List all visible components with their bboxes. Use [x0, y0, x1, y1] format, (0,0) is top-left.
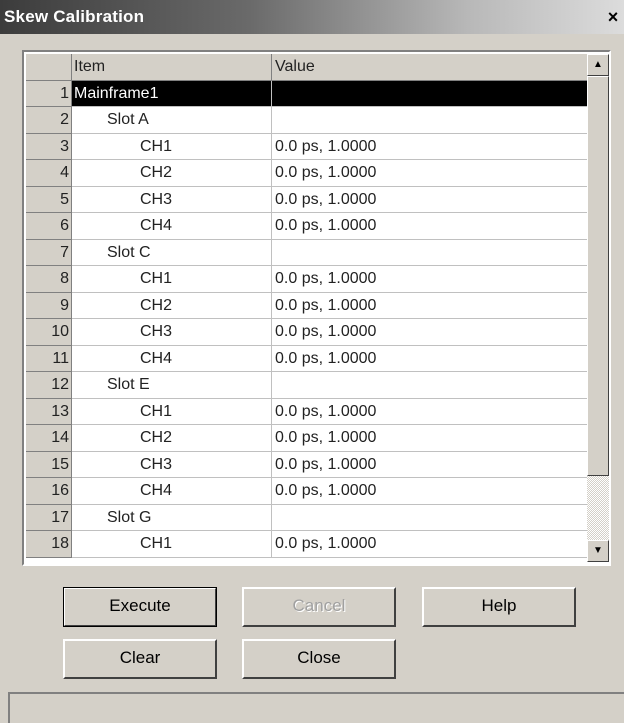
table-row[interactable]: 13 CH1 0.0 ps, 1.0000 [26, 398, 587, 425]
item-cell[interactable]: Slot C [72, 239, 272, 266]
header-corner [26, 54, 72, 81]
grid-body: Item Value 1 Mainframe1 2 Slot A 3 CH1 0.0 ps,… [26, 54, 587, 562]
table-row[interactable]: 10 CH3 0.0 ps, 1.0000 [26, 319, 587, 346]
value-cell[interactable]: 0.0 ps, 1.0000 [272, 160, 587, 187]
value-cell[interactable]: 0.0 ps, 1.0000 [272, 425, 587, 452]
row-number[interactable]: 3 [26, 133, 72, 160]
item-cell[interactable]: CH1 [72, 133, 272, 160]
row-number[interactable]: 13 [26, 398, 72, 425]
row-number[interactable]: 9 [26, 292, 72, 319]
item-cell[interactable]: Slot G [72, 504, 272, 531]
row-number[interactable]: 1 [26, 80, 72, 107]
row-number[interactable]: 2 [26, 107, 72, 134]
help-button[interactable]: Help [422, 587, 576, 627]
item-cell[interactable]: Slot E [72, 372, 272, 399]
arrow-up-icon[interactable]: ▲ [587, 54, 609, 76]
table-row[interactable]: 12 Slot E [26, 372, 587, 399]
table-row[interactable]: 4 CH2 0.0 ps, 1.0000 [26, 160, 587, 187]
row-number[interactable]: 7 [26, 239, 72, 266]
execute-button[interactable]: Execute [63, 587, 217, 627]
item-cell[interactable]: CH4 [72, 478, 272, 505]
cancel-button: Cancel [242, 587, 396, 627]
value-cell[interactable]: 0.0 ps, 1.0000 [272, 399, 587, 425]
item-cell[interactable]: CH3 [72, 319, 272, 346]
row-number[interactable]: 4 [26, 160, 72, 187]
item-cell[interactable]: CH4 [72, 213, 272, 240]
value-cell[interactable]: 0.0 ps, 1.0000 [272, 213, 587, 240]
value-cell[interactable]: 0.0 ps, 1.0000 [272, 187, 587, 213]
item-cell[interactable]: Slot A [72, 107, 272, 134]
value-cell[interactable]: 0.0 ps, 1.0000 [272, 346, 587, 372]
row-number[interactable]: 11 [26, 345, 72, 372]
row-number[interactable]: 12 [26, 372, 72, 399]
row-number[interactable]: 18 [26, 531, 72, 558]
value-cell[interactable]: 0.0 ps, 1.0000 [272, 266, 587, 293]
item-cell[interactable]: CH4 [72, 345, 272, 372]
value-cell[interactable]: 0.0 ps, 1.0000 [272, 531, 587, 558]
value-cell[interactable]: 0.0 ps, 1.0000 [272, 452, 587, 478]
table-row[interactable]: 9 CH2 0.0 ps, 1.0000 [26, 292, 587, 319]
table-row[interactable]: 17 Slot G [26, 504, 587, 531]
row-number[interactable]: 10 [26, 319, 72, 346]
item-cell[interactable]: CH2 [72, 425, 272, 452]
item-cell[interactable]: Mainframe1 [72, 80, 272, 107]
item-cell[interactable]: CH1 [72, 266, 272, 293]
clear-button[interactable]: Clear [63, 639, 217, 679]
table-row[interactable]: 3 CH1 0.0 ps, 1.0000 [26, 133, 587, 160]
value-cell[interactable]: 0.0 ps, 1.0000 [272, 134, 587, 160]
value-cell[interactable] [272, 107, 587, 134]
table-row[interactable]: 6 CH4 0.0 ps, 1.0000 [26, 213, 587, 240]
item-cell[interactable]: CH3 [72, 186, 272, 213]
value-cell[interactable] [272, 505, 587, 531]
row-number[interactable]: 6 [26, 213, 72, 240]
value-cell[interactable] [272, 80, 587, 107]
window-title: Skew Calibration [4, 7, 145, 26]
value-cell[interactable] [272, 240, 587, 266]
calibration-grid: Item Value 1 Mainframe1 2 Slot A 3 CH1 0.0 ps,… [22, 50, 611, 566]
table-row[interactable]: 18 CH1 0.0 ps, 1.0000 [26, 531, 587, 558]
item-cell[interactable]: CH3 [72, 451, 272, 478]
row-number[interactable]: 14 [26, 425, 72, 452]
table-row[interactable]: 1 Mainframe1 [26, 80, 587, 107]
item-cell[interactable]: CH2 [72, 160, 272, 187]
status-bar [8, 692, 624, 723]
arrow-down-icon[interactable]: ▼ [587, 540, 609, 562]
value-cell[interactable]: 0.0 ps, 1.0000 [272, 293, 587, 319]
row-number[interactable]: 8 [26, 266, 72, 293]
vertical-scrollbar[interactable]: ▲ ▼ [587, 54, 609, 562]
value-cell[interactable] [272, 372, 587, 399]
column-header-value[interactable]: Value [272, 54, 587, 81]
item-cell[interactable]: CH1 [72, 531, 272, 558]
column-header-item[interactable]: Item [72, 54, 272, 81]
grid-header: Item Value [26, 54, 587, 81]
close-button[interactable]: Close [242, 639, 396, 679]
close-icon[interactable]: × [602, 6, 624, 28]
title-bar[interactable]: Skew Calibration × [0, 0, 624, 34]
value-cell[interactable]: 0.0 ps, 1.0000 [272, 478, 587, 505]
table-row[interactable]: 5 CH3 0.0 ps, 1.0000 [26, 186, 587, 213]
table-row[interactable]: 14 CH2 0.0 ps, 1.0000 [26, 425, 587, 452]
row-number[interactable]: 15 [26, 451, 72, 478]
value-cell[interactable]: 0.0 ps, 1.0000 [272, 319, 587, 346]
scrollbar-thumb[interactable] [587, 76, 609, 476]
table-row[interactable]: 15 CH3 0.0 ps, 1.0000 [26, 451, 587, 478]
table-row[interactable]: 2 Slot A [26, 107, 587, 134]
row-number[interactable]: 16 [26, 478, 72, 505]
row-number[interactable]: 5 [26, 186, 72, 213]
item-cell[interactable]: CH1 [72, 398, 272, 425]
table-row[interactable]: 11 CH4 0.0 ps, 1.0000 [26, 345, 587, 372]
table-row[interactable]: 8 CH1 0.0 ps, 1.0000 [26, 266, 587, 293]
row-number[interactable]: 17 [26, 504, 72, 531]
item-cell[interactable]: CH2 [72, 292, 272, 319]
table-row[interactable]: 16 CH4 0.0 ps, 1.0000 [26, 478, 587, 505]
table-row[interactable]: 7 Slot C [26, 239, 587, 266]
